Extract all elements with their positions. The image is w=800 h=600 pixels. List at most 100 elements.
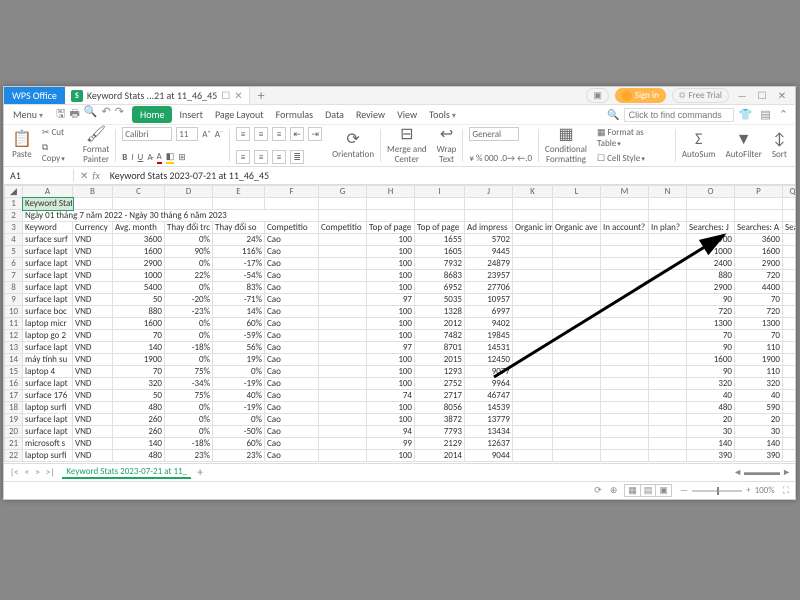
cell[interactable]: [553, 258, 601, 270]
cell[interactable]: 5400: [113, 282, 165, 294]
cell[interactable]: [783, 330, 796, 342]
cell[interactable]: [553, 198, 601, 210]
cell[interactable]: 390: [687, 450, 735, 462]
cell[interactable]: 14%: [213, 306, 265, 318]
cell[interactable]: VND: [73, 426, 113, 438]
cell[interactable]: Cao: [265, 258, 319, 270]
cell[interactable]: 97: [367, 294, 415, 306]
tab-view[interactable]: View: [392, 106, 422, 123]
merge-center-button[interactable]: ⊟Merge and Center: [383, 127, 431, 164]
row-header[interactable]: 22: [5, 450, 23, 462]
cell[interactable]: 0%: [165, 354, 213, 366]
indent-inc-icon[interactable]: ⇥: [308, 127, 322, 141]
cell[interactable]: 0%: [165, 258, 213, 270]
cell[interactable]: 90: [687, 294, 735, 306]
indent-dec-icon[interactable]: ⇤: [290, 127, 304, 141]
cell[interactable]: [465, 198, 513, 210]
cell[interactable]: 50: [113, 294, 165, 306]
hscroll-placeholder[interactable]: ◄ ▬▬▬▬ ►: [733, 467, 791, 478]
cell[interactable]: 23957: [465, 270, 513, 282]
cell[interactable]: 90%: [165, 246, 213, 258]
cell[interactable]: [553, 294, 601, 306]
app-tab[interactable]: WPS Office: [4, 87, 65, 104]
cell[interactable]: [553, 282, 601, 294]
cell[interactable]: [513, 246, 553, 258]
cell[interactable]: [319, 246, 367, 258]
cell[interactable]: surface surf: [23, 234, 73, 246]
col-header[interactable]: L: [553, 186, 601, 198]
cell[interactable]: surface lapt: [23, 282, 73, 294]
cell[interactable]: VND: [73, 282, 113, 294]
cell[interactable]: 390: [735, 450, 783, 462]
cell[interactable]: [601, 378, 649, 390]
cell[interactable]: 1900: [735, 354, 783, 366]
cell[interactable]: VND: [73, 450, 113, 462]
fill-color-button[interactable]: ◧: [166, 151, 175, 164]
cell[interactable]: [553, 342, 601, 354]
cell[interactable]: Organic ave: [553, 222, 601, 234]
autosum-button[interactable]: ΣAutoSum: [678, 127, 720, 164]
col-header[interactable]: C: [113, 186, 165, 198]
row-header[interactable]: 17: [5, 390, 23, 402]
cell[interactable]: 70: [687, 330, 735, 342]
cell[interactable]: [513, 198, 553, 210]
cell[interactable]: [513, 282, 553, 294]
cell[interactable]: [783, 342, 796, 354]
tab-formulas[interactable]: Formulas: [271, 106, 318, 123]
align-center-icon[interactable]: ≡: [254, 150, 268, 164]
cell[interactable]: [649, 414, 687, 426]
cell[interactable]: 320: [687, 378, 735, 390]
cell[interactable]: [553, 414, 601, 426]
cell[interactable]: VND: [73, 234, 113, 246]
strike-button[interactable]: A̶: [147, 152, 152, 163]
cell[interactable]: [319, 210, 367, 222]
cell[interactable]: Searc: [783, 222, 796, 234]
cut-button[interactable]: ✂ Cut: [42, 127, 64, 138]
cell[interactable]: [513, 438, 553, 450]
cell[interactable]: [513, 210, 553, 222]
cell[interactable]: Searches: J: [687, 222, 735, 234]
cell[interactable]: 1600: [687, 354, 735, 366]
cell[interactable]: 75%: [165, 366, 213, 378]
print-icon[interactable]: 🖶: [69, 105, 79, 124]
cell[interactable]: [319, 234, 367, 246]
cell[interactable]: [649, 270, 687, 282]
cell[interactable]: [601, 390, 649, 402]
row-header[interactable]: 21: [5, 438, 23, 450]
col-header[interactable]: A: [23, 186, 73, 198]
cell[interactable]: Organic im: [513, 222, 553, 234]
cell[interactable]: 100: [367, 282, 415, 294]
cell[interactable]: 2400: [687, 258, 735, 270]
sign-in-button[interactable]: Sign in: [615, 88, 666, 103]
copy-button[interactable]: ⧉ Copy: [42, 142, 73, 164]
row-header[interactable]: 10: [5, 306, 23, 318]
cell[interactable]: Cao: [265, 270, 319, 282]
name-box[interactable]: A1: [4, 169, 74, 182]
minimize-button[interactable]: —: [735, 89, 749, 102]
col-header[interactable]: G: [319, 186, 367, 198]
cell[interactable]: Keyword Stats 2023-07-21 at 11_46_45: [23, 198, 73, 210]
cell[interactable]: Cao: [265, 354, 319, 366]
fx-icon[interactable]: fx: [92, 169, 99, 182]
cell[interactable]: [553, 378, 601, 390]
cell[interactable]: [319, 366, 367, 378]
autofilter-button[interactable]: ▼AutoFilter: [721, 127, 765, 164]
cell[interactable]: 12450: [465, 354, 513, 366]
cell[interactable]: laptop surfi: [23, 450, 73, 462]
cell[interactable]: -19%: [213, 402, 265, 414]
cell[interactable]: 1300: [735, 318, 783, 330]
cell[interactable]: 8056: [415, 402, 465, 414]
cell[interactable]: 40%: [213, 390, 265, 402]
cell[interactable]: [319, 294, 367, 306]
cell[interactable]: 2900: [113, 258, 165, 270]
cell[interactable]: 0%: [213, 366, 265, 378]
cell[interactable]: [649, 378, 687, 390]
cell[interactable]: 100: [367, 366, 415, 378]
cell[interactable]: Cao: [265, 390, 319, 402]
cell[interactable]: [601, 318, 649, 330]
cell[interactable]: surface lapt: [23, 342, 73, 354]
cell[interactable]: [649, 390, 687, 402]
cell[interactable]: 46747: [465, 390, 513, 402]
cell[interactable]: 100: [367, 234, 415, 246]
new-tab-button[interactable]: +: [250, 87, 273, 104]
